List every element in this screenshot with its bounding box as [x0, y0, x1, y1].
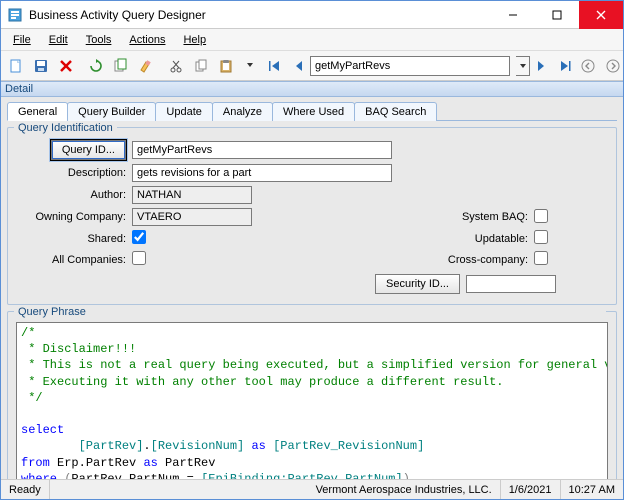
all-companies-checkbox[interactable]: [132, 251, 146, 265]
toolbar-dropdown-icon[interactable]: [245, 55, 255, 77]
owning-company-input: [132, 208, 252, 226]
title-bar[interactable]: Business Activity Query Designer: [1, 1, 623, 29]
close-button[interactable]: [579, 1, 623, 29]
shared-label: Shared:: [16, 233, 126, 245]
nav-forward-icon[interactable]: [602, 55, 624, 77]
refresh-icon[interactable]: [85, 55, 107, 77]
updatable-label: Updatable:: [398, 233, 528, 245]
system-baq-label: System BAQ:: [398, 211, 528, 223]
cross-company-checkbox[interactable]: [534, 251, 548, 265]
toolbar-query-dropdown-icon[interactable]: [516, 56, 530, 76]
author-input: [132, 186, 252, 204]
tab-update[interactable]: Update: [155, 102, 212, 121]
query-id-button[interactable]: Query ID...: [51, 140, 126, 160]
status-bar: Ready Vermont Aerospace Industries, LLC.…: [1, 479, 623, 499]
copy-icon[interactable]: [190, 55, 212, 77]
tab-analyze[interactable]: Analyze: [212, 102, 273, 121]
delete-icon[interactable]: [55, 55, 77, 77]
toolbar-query-input[interactable]: [310, 56, 510, 76]
query-phrase-text[interactable]: /* * Disclaimer!!! * This is not a real …: [16, 322, 608, 479]
save-icon[interactable]: [30, 55, 52, 77]
status-time: 10:27 AM: [561, 480, 623, 499]
description-label: Description:: [16, 167, 126, 179]
query-phrase-label: Query Phrase: [14, 306, 606, 318]
status-company: Vermont Aerospace Industries, LLC.: [308, 480, 501, 499]
nav-prev-icon[interactable]: [288, 55, 310, 77]
security-id-input[interactable]: [466, 275, 556, 293]
menu-edit[interactable]: Edit: [41, 32, 76, 48]
status-date: 1/6/2021: [501, 480, 561, 499]
window-title: Business Activity Query Designer: [29, 8, 491, 22]
menu-actions[interactable]: Actions: [121, 32, 173, 48]
status-ready: Ready: [1, 480, 50, 499]
tab-general[interactable]: General: [7, 102, 68, 121]
author-label: Author:: [16, 189, 126, 201]
nav-first-icon[interactable]: [263, 55, 285, 77]
detail-panel: General Query Builder Update Analyze Whe…: [1, 97, 623, 479]
clear-icon[interactable]: [135, 55, 157, 77]
detail-panel-title: Detail: [1, 81, 623, 97]
updatable-checkbox[interactable]: [534, 230, 548, 244]
copy-query-icon[interactable]: [110, 55, 132, 77]
shared-checkbox[interactable]: [132, 230, 146, 244]
app-icon: [7, 7, 23, 23]
maximize-button[interactable]: [535, 1, 579, 29]
menu-tools[interactable]: Tools: [78, 32, 120, 48]
tab-query-builder[interactable]: Query Builder: [67, 102, 156, 121]
nav-back-icon[interactable]: [577, 55, 599, 77]
tab-where-used[interactable]: Where Used: [272, 102, 355, 121]
cut-icon[interactable]: [165, 55, 187, 77]
query-identification-group: Query Identification Query ID... Descrip…: [7, 127, 617, 305]
tab-strip: General Query Builder Update Analyze Whe…: [7, 101, 617, 121]
menu-help[interactable]: Help: [175, 32, 214, 48]
query-phrase-group: Query Phrase /* * Disclaimer!!! * This i…: [7, 311, 617, 479]
nav-next-icon[interactable]: [530, 55, 552, 77]
menu-bar: File Edit Tools Actions Help: [1, 29, 623, 51]
tab-baq-search[interactable]: BAQ Search: [354, 102, 437, 121]
cross-company-label: Cross-company:: [398, 254, 528, 266]
query-id-input[interactable]: [132, 141, 392, 159]
minimize-button[interactable]: [491, 1, 535, 29]
all-companies-label: All Companies:: [16, 254, 126, 266]
security-id-button[interactable]: Security ID...: [375, 274, 460, 294]
query-identification-label: Query Identification: [14, 122, 117, 134]
description-input[interactable]: [132, 164, 392, 182]
owning-company-label: Owning Company:: [16, 211, 126, 223]
new-icon[interactable]: [5, 55, 27, 77]
app-window: Business Activity Query Designer File Ed…: [0, 0, 624, 500]
nav-last-icon[interactable]: [555, 55, 577, 77]
system-baq-checkbox[interactable]: [534, 209, 548, 223]
menu-file[interactable]: File: [5, 32, 39, 48]
toolbar: [1, 51, 623, 81]
toolbar-query-combo[interactable]: [310, 56, 530, 76]
paste-icon[interactable]: [215, 55, 237, 77]
